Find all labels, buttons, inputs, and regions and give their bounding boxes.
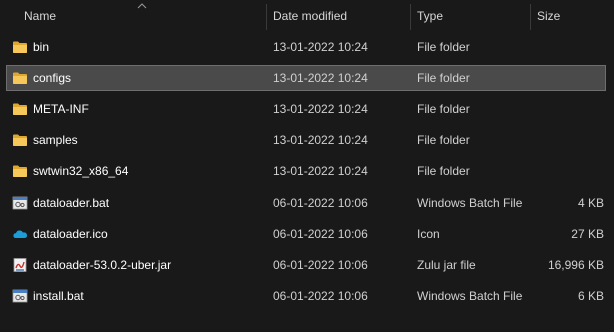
file-date-modified: 13-01-2022 10:24 [273, 102, 368, 117]
file-row[interactable]: META-INF 13-01-2022 10:24 File folder [6, 96, 606, 122]
cloud-icon [12, 226, 28, 242]
file-size: 16,996 KB [547, 257, 604, 272]
column-divider[interactable] [530, 4, 531, 30]
file-name: dataloader.ico [33, 226, 108, 241]
file-row[interactable]: swtwin32_x86_64 13-01-2022 10:24 File fold… [6, 158, 606, 184]
file-size: 4 KB [577, 195, 604, 210]
column-header-type[interactable]: Type [417, 0, 443, 32]
file-type: File folder [417, 40, 470, 54]
file-type: File folder [417, 133, 470, 148]
file-date-modified: 06-01-2022 10:06 [273, 257, 368, 272]
file-name: bin [33, 40, 50, 54]
column-header-date-modified[interactable]: Date modified [273, 0, 347, 32]
jar-file-icon [12, 257, 28, 273]
file-name: META-INF [33, 102, 89, 117]
file-type: File folder [417, 102, 470, 117]
batch-file-icon [12, 288, 28, 304]
folder-icon [12, 70, 28, 86]
file-type: Windows Batch File [417, 195, 523, 210]
file-date-modified: 13-01-2022 10:24 [273, 164, 368, 179]
chevron-up-icon [137, 3, 147, 9]
file-name: dataloader-53.0.2-uber.jar [33, 257, 172, 272]
file-row[interactable]: bin 13-01-2022 10:24 File folder [6, 34, 606, 60]
file-name: swtwin32_x86_64 [33, 164, 129, 179]
file-size: 6 KB [577, 288, 604, 303]
file-date-modified: 13-01-2022 10:24 [273, 133, 368, 148]
file-name: samples [33, 133, 78, 148]
file-type: Icon [417, 226, 440, 241]
file-row[interactable]: dataloader-53.0.2-uber.jar 06-01-2022 10:… [6, 252, 606, 278]
file-row[interactable]: configs 13-01-2022 10:24 File folder [6, 65, 606, 92]
column-header-size[interactable]: Size [537, 0, 560, 32]
folder-icon [12, 163, 28, 179]
folder-icon [12, 132, 28, 148]
column-header-name[interactable]: Name [24, 0, 56, 32]
file-name: configs [33, 71, 72, 86]
file-row[interactable]: dataloader.ico 06-01-2022 10:06 Icon 27 KB [6, 221, 606, 247]
folder-icon [12, 101, 28, 117]
file-type: Windows Batch File [417, 288, 523, 303]
file-type: File folder [417, 164, 470, 179]
file-date-modified: 13-01-2022 10:24 [273, 40, 368, 54]
file-name: dataloader.bat [33, 195, 110, 210]
file-row[interactable]: dataloader.bat 06-01-2022 10:06 Windows Ba… [6, 190, 606, 216]
file-date-modified: 06-01-2022 10:06 [273, 226, 368, 241]
file-date-modified: 13-01-2022 10:24 [273, 71, 368, 86]
column-header-bar: Name Date modified Type Size [0, 0, 614, 32]
batch-file-icon [12, 195, 28, 211]
file-type: Zulu jar file [417, 257, 476, 272]
file-date-modified: 06-01-2022 10:06 [273, 195, 368, 210]
file-row[interactable]: samples 13-01-2022 10:24 File folder [6, 127, 606, 153]
file-date-modified: 06-01-2022 10:06 [273, 288, 368, 303]
column-divider[interactable] [266, 4, 267, 30]
file-name: install.bat [33, 288, 84, 303]
folder-icon [12, 39, 28, 55]
file-size: 27 KB [571, 226, 604, 241]
file-type: File folder [417, 71, 470, 86]
file-row[interactable]: install.bat 06-01-2022 10:06 Windows Batch… [6, 283, 606, 309]
column-divider[interactable] [410, 4, 411, 30]
